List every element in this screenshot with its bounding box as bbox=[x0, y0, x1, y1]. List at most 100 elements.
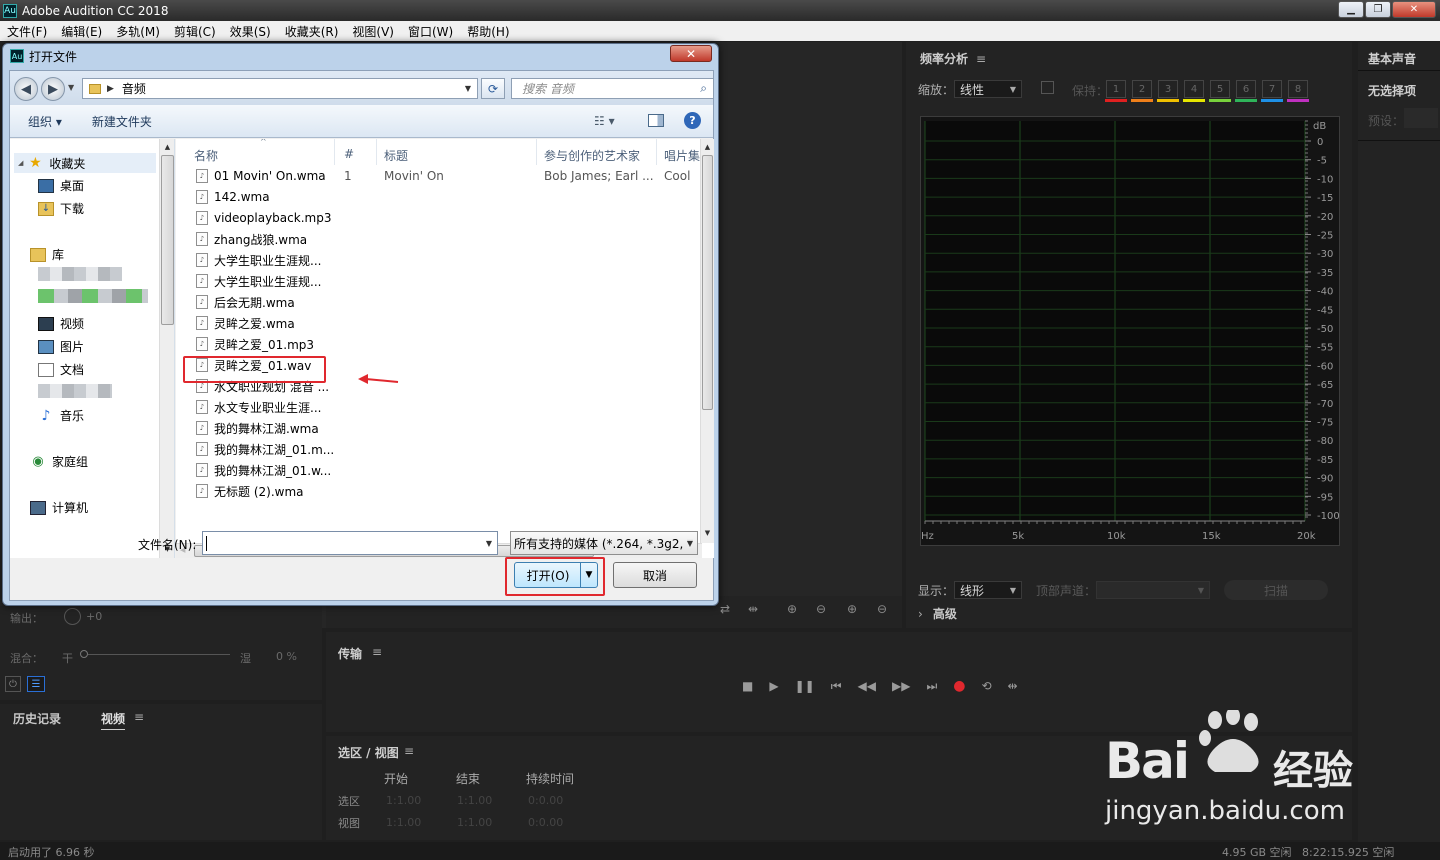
menu-file[interactable]: 文件(F) bbox=[0, 23, 54, 40]
hold-button-7[interactable]: 7 bbox=[1261, 80, 1283, 102]
advanced-toggle[interactable]: 高级 bbox=[933, 605, 957, 622]
nav-downloads[interactable]: ↓ 下载 bbox=[38, 200, 84, 217]
file-list-scrollbar-thumb[interactable] bbox=[702, 155, 713, 410]
file-list-scrollbar[interactable]: ▲ ▼ bbox=[700, 139, 714, 543]
nav-computer[interactable]: 计算机 bbox=[30, 499, 88, 516]
nav-desktop[interactable]: 桌面 bbox=[38, 177, 84, 194]
stop-icon[interactable]: ■ bbox=[742, 679, 753, 693]
skip-selection-icon[interactable]: ⇹ bbox=[1008, 679, 1018, 693]
file-type-select[interactable]: 所有支持的媒体 (*.264, *.3g2, ▼ bbox=[510, 531, 698, 555]
scan-button[interactable]: 扫描 bbox=[1224, 580, 1329, 600]
tab-video[interactable]: 视频 bbox=[101, 710, 126, 730]
hold-button-3[interactable]: 3 bbox=[1157, 80, 1179, 102]
file-row[interactable]: ♪ 水文专业职业生涯... bbox=[196, 398, 696, 416]
hold-button-5[interactable]: 5 bbox=[1209, 80, 1231, 102]
hold-button-4[interactable]: 4 bbox=[1183, 80, 1205, 102]
file-row[interactable]: ♪ 后会无期.wma bbox=[196, 293, 696, 311]
zoom-out-time-icon[interactable]: ⊖ bbox=[877, 602, 887, 616]
menu-clip[interactable]: 剪辑(C) bbox=[167, 23, 223, 40]
file-row[interactable]: ♪ 我的舞林江湖.wma bbox=[196, 419, 696, 437]
panel-menu-icon[interactable]: ≡ bbox=[404, 744, 414, 758]
selection-duration[interactable]: 0:0.00 bbox=[528, 794, 563, 807]
back-button[interactable]: ◀ bbox=[14, 77, 38, 101]
address-current-folder[interactable]: 音频 bbox=[122, 80, 146, 97]
hold-button-6[interactable]: 6 bbox=[1235, 80, 1257, 102]
cancel-button[interactable]: 取消 bbox=[613, 562, 697, 588]
help-icon[interactable]: ? bbox=[684, 112, 701, 129]
menu-effects[interactable]: 效果(S) bbox=[223, 23, 278, 40]
hold-toggle-checkbox[interactable] bbox=[1041, 81, 1054, 94]
top-channel-dropdown[interactable]: ▼ bbox=[1096, 581, 1211, 599]
close-window-button[interactable]: ✕ bbox=[1392, 1, 1436, 18]
record-icon[interactable]: ● bbox=[953, 678, 965, 694]
hold-button-8[interactable]: 8 bbox=[1287, 80, 1309, 102]
chevron-down-icon[interactable]: ▼ bbox=[686, 538, 693, 548]
output-knob[interactable] bbox=[64, 608, 81, 625]
selection-start[interactable]: 1:1.00 bbox=[386, 794, 421, 807]
menu-multitrack[interactable]: 多轨(M) bbox=[109, 23, 167, 40]
file-row[interactable]: ♪ 142.wma bbox=[196, 188, 696, 206]
go-to-start-icon[interactable]: ⏮ bbox=[831, 679, 842, 694]
nav-library[interactable]: 库 bbox=[30, 246, 64, 263]
preset-dropdown[interactable] bbox=[1404, 108, 1438, 128]
file-row[interactable]: ♪ 大学生职业生涯规... bbox=[196, 251, 696, 269]
nav-documents[interactable]: 文档 bbox=[38, 361, 84, 378]
loop-playback-icon[interactable]: ⟲ bbox=[981, 679, 991, 693]
chevron-right-icon[interactable]: › bbox=[918, 607, 923, 621]
skip-icon[interactable]: ⇹ bbox=[748, 602, 758, 616]
menu-window[interactable]: 窗口(W) bbox=[401, 23, 460, 40]
file-row[interactable]: ♪ 灵眸之爱_01.mp3 bbox=[196, 335, 696, 353]
chevron-down-icon[interactable]: ▼ bbox=[465, 84, 471, 93]
view-options-icon[interactable]: ☷ ▾ bbox=[594, 114, 615, 128]
preview-pane-icon[interactable] bbox=[648, 114, 664, 127]
nav-videos[interactable]: 视频 bbox=[38, 315, 84, 332]
scale-dropdown[interactable]: 线性 ▼ bbox=[954, 80, 1023, 98]
pause-icon[interactable]: ❚❚ bbox=[795, 679, 815, 693]
filename-input[interactable]: ▼ bbox=[202, 531, 498, 555]
mix-slider-track[interactable] bbox=[88, 654, 230, 655]
play-icon[interactable]: ▶ bbox=[769, 679, 778, 693]
dialog-close-button[interactable]: ✕ bbox=[670, 45, 712, 62]
power-icon[interactable]: ⏻ bbox=[5, 676, 21, 692]
forward-button[interactable]: ▶ bbox=[41, 77, 65, 101]
scroll-up-icon[interactable]: ▲ bbox=[160, 143, 174, 151]
panel-menu-icon[interactable]: ≡ bbox=[372, 645, 382, 659]
hold-button-1[interactable]: 1 bbox=[1105, 80, 1127, 102]
restore-button[interactable]: ❐ bbox=[1365, 1, 1391, 18]
nav-favorites[interactable]: ◢ ★ 收藏夹 bbox=[14, 153, 156, 173]
selection-end[interactable]: 1:1.00 bbox=[457, 794, 492, 807]
list-view-icon[interactable]: ☰ bbox=[27, 676, 45, 692]
nav-scrollbar-thumb[interactable] bbox=[161, 155, 174, 325]
panel-menu-icon[interactable]: ≡ bbox=[976, 52, 986, 66]
refresh-button[interactable]: ⟳ bbox=[481, 78, 505, 99]
minimize-button[interactable]: ▁ bbox=[1338, 1, 1364, 18]
view-duration[interactable]: 0:0.00 bbox=[528, 816, 563, 829]
menu-help[interactable]: 帮助(H) bbox=[460, 23, 516, 40]
zoom-out-amplitude-icon[interactable]: ⊖ bbox=[816, 602, 826, 616]
column-header-title[interactable]: 标题 bbox=[384, 147, 408, 164]
column-header-album[interactable]: 唱片集 bbox=[664, 147, 700, 164]
nav-scrollbar[interactable]: ▲ ▼ bbox=[159, 139, 174, 558]
file-row[interactable]: ♪ 灵眸之爱.wma bbox=[196, 314, 696, 332]
column-header-artist[interactable]: 参与创作的艺术家 bbox=[544, 147, 640, 164]
fast-forward-icon[interactable]: ▶▶ bbox=[892, 679, 910, 693]
address-bar[interactable]: ▶ 音频 ▼ bbox=[82, 78, 478, 99]
nav-pictures[interactable]: 图片 bbox=[38, 338, 84, 355]
search-input[interactable]: 搜索 音频 ⌕ bbox=[511, 78, 714, 99]
chevron-down-icon[interactable]: ▼ bbox=[486, 539, 492, 548]
file-row[interactable]: ♪ 01 Movin' On.wma 1 Movin' On Bob James; Ea… bbox=[196, 167, 696, 185]
file-row[interactable]: ♪ 大学生职业生涯规... bbox=[196, 272, 696, 290]
menu-favorites[interactable]: 收藏夹(R) bbox=[278, 23, 346, 40]
rewind-icon[interactable]: ◀◀ bbox=[858, 679, 876, 693]
search-icon[interactable]: ⌕ bbox=[700, 81, 707, 96]
file-row[interactable]: ♪ 无标题 (2).wma bbox=[196, 482, 696, 500]
column-header-number[interactable]: # bbox=[344, 147, 354, 161]
nav-homegroup[interactable]: ◉ 家庭组 bbox=[30, 453, 88, 470]
go-to-end-icon[interactable]: ⏭ bbox=[926, 679, 937, 694]
tab-history[interactable]: 历史记录 bbox=[13, 710, 61, 727]
file-row[interactable]: ♪ zhang战狼.wma bbox=[196, 230, 696, 248]
scroll-up-icon[interactable]: ▲ bbox=[701, 143, 714, 151]
view-start[interactable]: 1:1.00 bbox=[386, 816, 421, 829]
file-row[interactable]: ♪ 我的舞林江湖_01.w... bbox=[196, 461, 696, 479]
column-header-name[interactable]: 名称 bbox=[194, 147, 218, 164]
